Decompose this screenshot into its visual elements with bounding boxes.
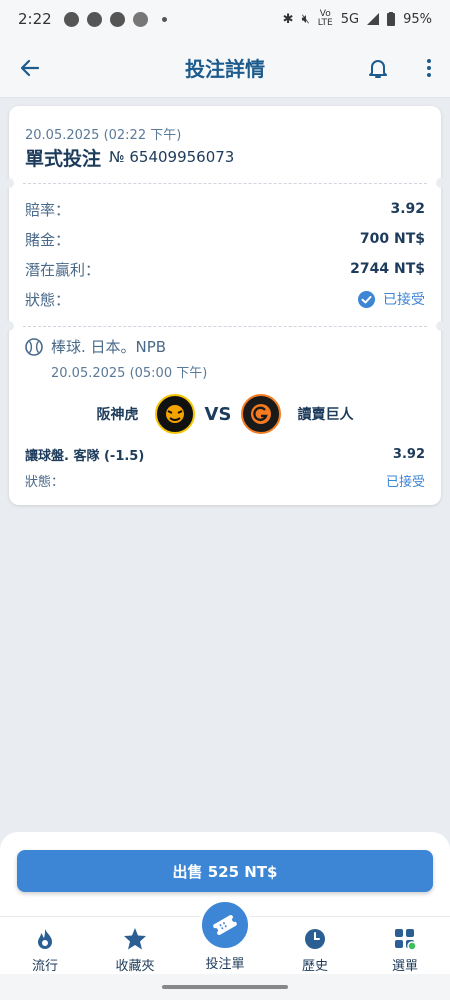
home-team-name: 阪神虎 xyxy=(96,407,139,423)
battery-percent: 95% xyxy=(403,11,432,27)
chat-icon xyxy=(63,11,79,27)
bell-icon xyxy=(369,60,387,78)
volte-indicator: Vo LTE xyxy=(317,9,333,28)
status-bar: 2:22 ✱ 🔇︎ Vo LTE 5G 95% xyxy=(0,0,450,38)
nav-label: 投注單 xyxy=(205,957,245,972)
hanshin-tigers-logo xyxy=(154,394,195,434)
bet-type: 單式投注 xyxy=(25,148,102,170)
bet-number: № 65409956073 xyxy=(109,148,235,166)
app-notification-icon xyxy=(132,11,148,27)
bet-date: 20.05.2025 (02:22 下午) xyxy=(25,128,182,143)
baseball-icon xyxy=(25,338,43,356)
bet-details-card: 20.05.2025 (02:22 下午) 單式投注 № 65409956073… xyxy=(4,106,446,505)
system-nav-bar xyxy=(0,974,450,1000)
notifications-button[interactable] xyxy=(364,54,392,82)
more-options-button[interactable] xyxy=(422,54,436,82)
nav-label: 選單 xyxy=(391,959,418,974)
home-indicator[interactable] xyxy=(162,985,288,989)
market-row: 讓球盤. 客隊 (-1.5) 3.92 xyxy=(25,444,425,464)
check-circle-icon xyxy=(358,290,375,308)
nav-popular[interactable]: 流行 xyxy=(0,917,90,974)
potential-win-value: 2744 NT$ xyxy=(350,261,425,277)
event-datetime: 20.05.2025 (05:00 下午) xyxy=(51,366,208,381)
more-vertical-icon xyxy=(427,59,431,63)
star-icon xyxy=(123,927,147,951)
nav-label: 歷史 xyxy=(301,959,328,974)
line-icon xyxy=(86,11,102,27)
fire-icon xyxy=(33,927,57,951)
clock-icon xyxy=(303,927,327,951)
market-odds: 3.92 xyxy=(392,446,425,462)
status-badge: 已接受 xyxy=(358,289,425,309)
app-notification-icon xyxy=(109,11,125,27)
network-type: 5G xyxy=(340,11,360,27)
battery-icon xyxy=(387,12,396,26)
app-header: 投注詳情 xyxy=(0,38,450,98)
ticket-icon xyxy=(199,899,251,951)
stake-value: 700 NT$ xyxy=(359,231,425,247)
status-time: 2:22 xyxy=(18,10,52,28)
menu-grid-icon xyxy=(393,927,417,951)
bluetooth-icon: ✱ xyxy=(282,11,294,27)
tiger-logo-icon xyxy=(158,398,191,430)
stake-row: 賭金： 700 NT$ xyxy=(25,228,425,250)
stake-label: 賭金： xyxy=(25,230,71,249)
odds-value: 3.92 xyxy=(390,201,425,217)
nav-menu[interactable]: 選單 xyxy=(360,917,450,974)
bottom-nav: 流行 收藏夾 投注單 歷史 選單 xyxy=(0,899,450,974)
match-teams: 阪神虎 VS 讀賣巨人 xyxy=(9,392,441,436)
status-label: 狀態： xyxy=(25,290,71,309)
potential-win-label: 潛在贏利： xyxy=(25,260,101,279)
back-arrow-icon xyxy=(20,59,40,77)
sell-button[interactable]: 出售 525 NT$ xyxy=(17,850,433,892)
nav-history[interactable]: 歷史 xyxy=(270,917,360,974)
nav-label: 收藏夾 xyxy=(115,959,155,974)
mute-icon: 🔇︎ xyxy=(301,11,310,27)
league-name: 棒球. 日本。NPB xyxy=(51,338,167,356)
status-row: 狀態： 已接受 xyxy=(25,288,425,310)
potential-win-row: 潛在贏利： 2744 NT$ xyxy=(25,258,425,280)
odds-row: 賠率： 3.92 xyxy=(25,198,425,220)
nav-betslip[interactable]: 投注單 xyxy=(180,899,270,974)
event-header: 棒球. 日本。NPB 20.05.2025 (05:00 下午) xyxy=(25,336,207,381)
more-notifications-icon xyxy=(161,16,167,22)
event-status-row: 狀態： 已接受 xyxy=(25,470,425,490)
away-team-name: 讀賣巨人 xyxy=(297,407,354,423)
nav-favorites[interactable]: 收藏夾 xyxy=(90,917,180,974)
nav-label: 流行 xyxy=(31,959,58,974)
versus-label: VS xyxy=(204,403,232,425)
signal-icon xyxy=(367,13,380,25)
yomiuri-giants-logo xyxy=(241,394,282,434)
event-status-value: 已接受 xyxy=(385,474,425,490)
back-button[interactable] xyxy=(16,54,44,82)
giants-logo-icon xyxy=(245,398,278,430)
odds-label: 賠率： xyxy=(25,200,71,219)
market-name: 讓球盤. 客隊 (-1.5) xyxy=(25,448,145,464)
notification-icons xyxy=(63,11,167,27)
status-value: 已接受 xyxy=(383,292,425,308)
event-status-label: 狀態： xyxy=(25,474,65,490)
